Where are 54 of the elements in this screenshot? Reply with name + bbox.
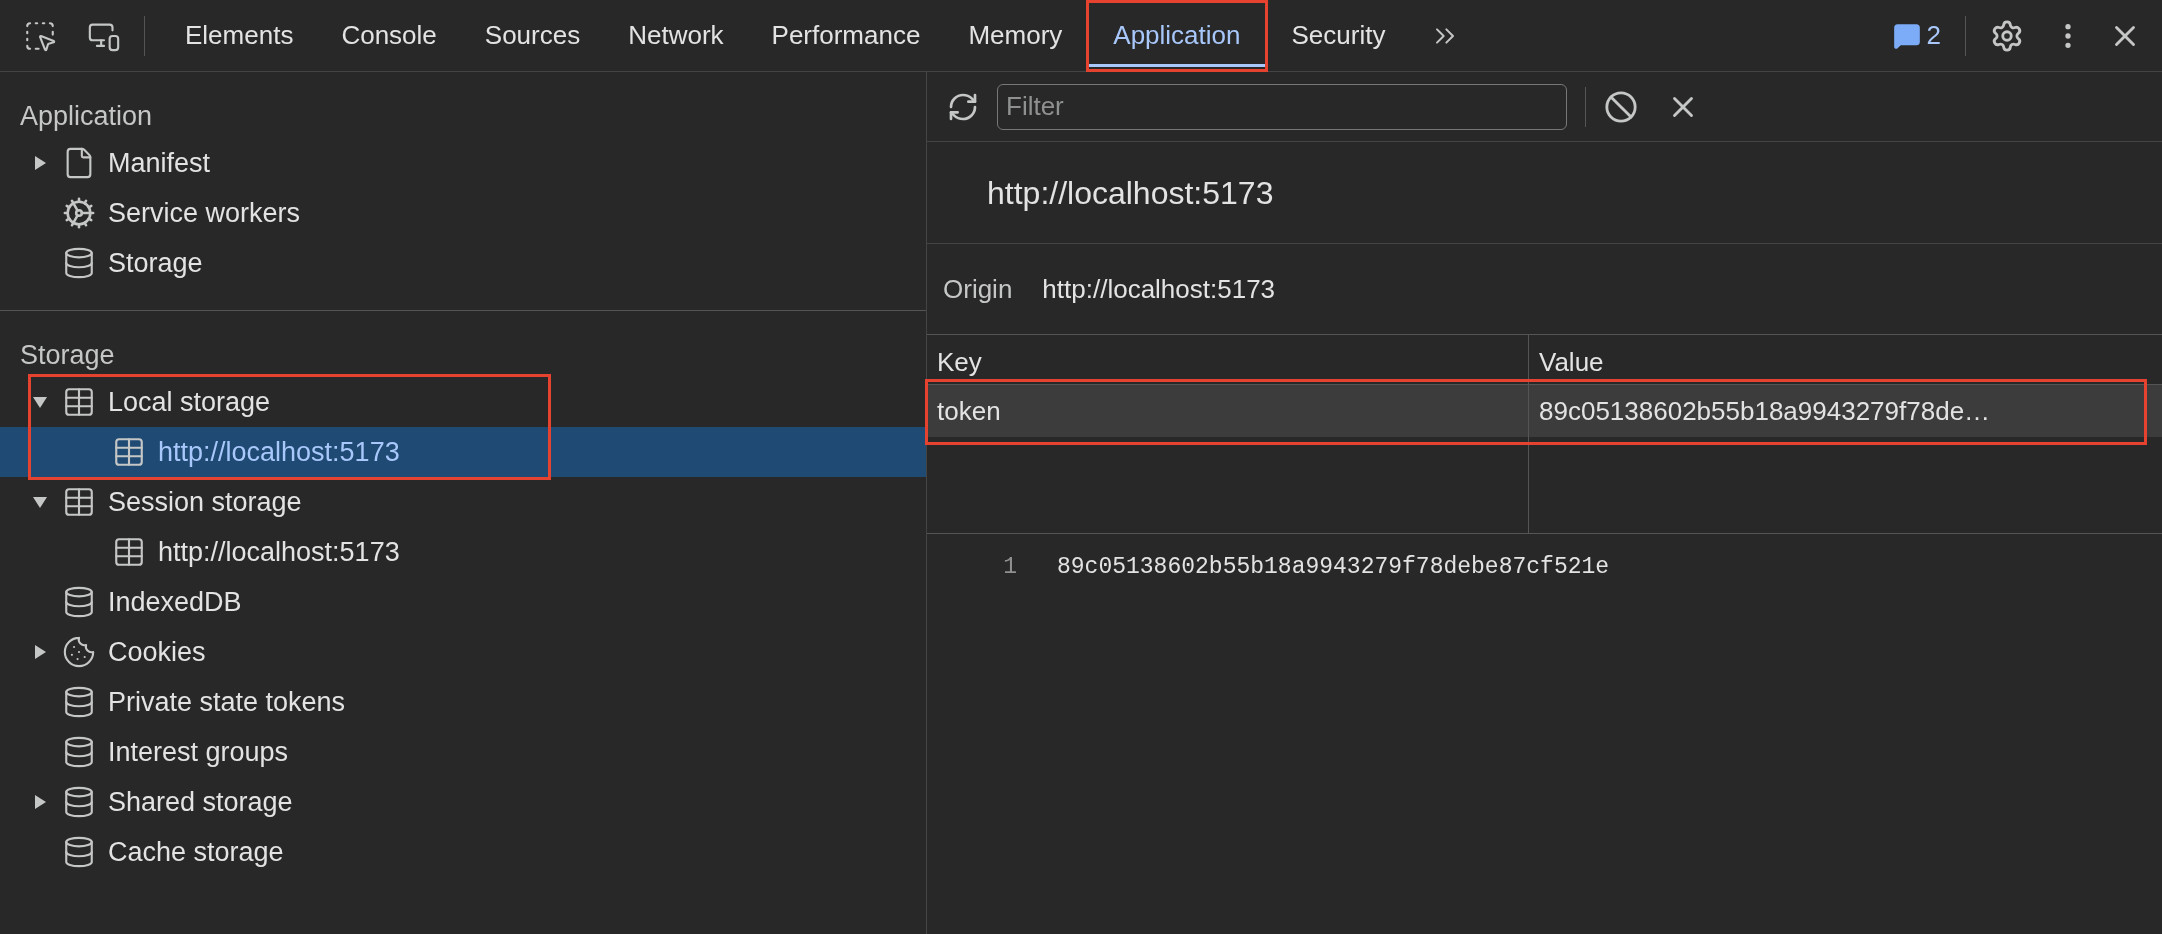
tree-item[interactable]: http://localhost:5173	[0, 427, 926, 477]
origin-heading: http://localhost:5173	[987, 173, 1274, 213]
database-icon	[62, 685, 96, 719]
panel-tab[interactable]: Performance	[747, 0, 945, 72]
table-row[interactable]: token 89c05138602b55b18a9943279f78de…	[927, 385, 2162, 437]
panel-tab[interactable]: Network	[604, 0, 748, 72]
column-header[interactable]: Value	[1529, 335, 2162, 384]
database-icon	[62, 585, 96, 619]
filter-field[interactable]: Filter	[997, 83, 1567, 130]
panel-tab[interactable]: Security	[1267, 0, 1410, 72]
caret-down-icon[interactable]	[32, 394, 48, 410]
table-icon	[112, 535, 146, 569]
panel-tab[interactable]: Console	[317, 0, 461, 72]
tree-item[interactable]: Interest groups	[0, 727, 926, 777]
tree-item[interactable]: Session storage	[0, 477, 926, 527]
issues-counter[interactable]: 2	[1892, 16, 1941, 55]
tree-item[interactable]: Manifest	[0, 138, 926, 188]
table-icon	[112, 435, 146, 469]
origin-label: Origin	[943, 272, 1013, 306]
caret-right-icon[interactable]	[32, 644, 48, 660]
tree-item[interactable]: Private state tokens	[0, 677, 926, 727]
tree-item[interactable]: Service workers	[0, 188, 926, 238]
database-icon	[62, 735, 96, 769]
origin-value: http://localhost:5173	[1042, 272, 1276, 306]
database-icon	[62, 835, 96, 869]
value-cell-text: 89c05138602b55b18a9943279f78de…	[1538, 394, 1992, 428]
database-icon	[62, 785, 96, 819]
section-title: Storage	[19, 338, 116, 372]
table-icon	[62, 385, 96, 419]
tree-item[interactable]: http://localhost:5173	[0, 527, 926, 577]
panel-tab[interactable]: Sources	[460, 0, 605, 72]
clear-all-icon[interactable]	[1604, 89, 1638, 124]
caret-down-icon[interactable]	[32, 494, 48, 510]
tree-item[interactable]: Storage	[0, 238, 926, 288]
tree-item[interactable]: Cookies	[0, 627, 926, 677]
table-icon	[62, 485, 96, 519]
value-preview: 89c05138602b55b18a9943279f78debe87cf521e	[1057, 552, 1610, 582]
column-header[interactable]: Key	[927, 335, 1529, 384]
panel-tab[interactable]: Elements	[161, 0, 318, 72]
settings-icon[interactable]	[1990, 18, 2024, 53]
caret-right-icon[interactable]	[32, 794, 48, 810]
panel-tab[interactable]: Application	[1086, 0, 1268, 72]
caret-right-icon[interactable]	[32, 155, 48, 171]
tree-item[interactable]: Cache storage	[0, 827, 926, 877]
message-icon	[1892, 21, 1921, 50]
key-cell: token	[927, 385, 1529, 437]
line-number: 1	[1002, 552, 1017, 582]
cookie-icon	[62, 635, 96, 669]
tree-item[interactable]: Local storage	[0, 377, 926, 427]
tree-item[interactable]: IndexedDB	[0, 577, 926, 627]
panel-tab[interactable]: Memory	[944, 0, 1087, 72]
database-icon	[62, 246, 96, 280]
section-title: Application	[19, 99, 154, 133]
tree-item[interactable]: Shared storage	[0, 777, 926, 827]
